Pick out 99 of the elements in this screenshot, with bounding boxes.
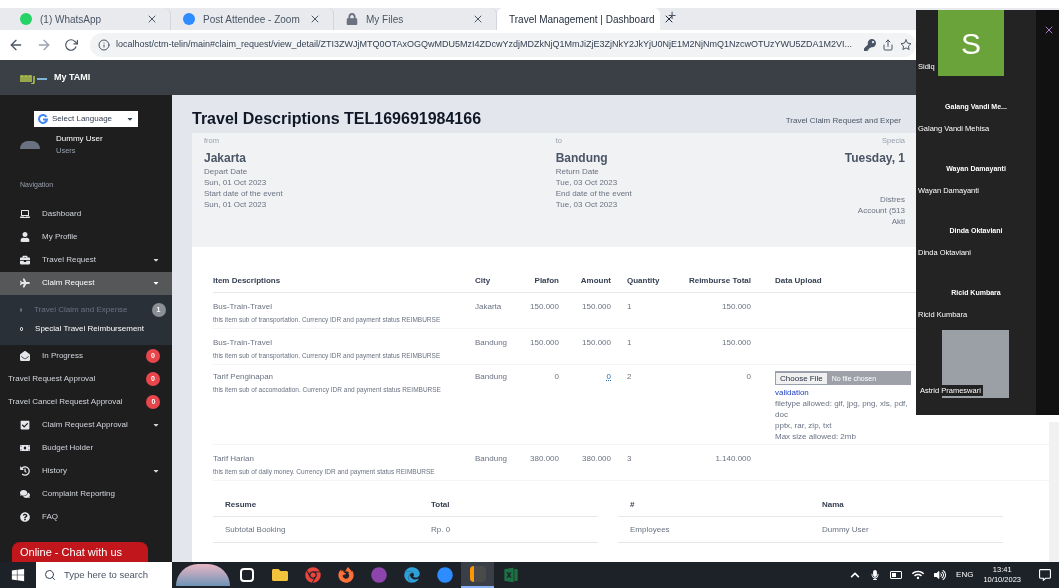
column-header: Quantity <box>626 274 661 287</box>
nav-label: Travel Cancel Request Approval <box>8 396 123 409</box>
chat-button[interactable]: Online - Chat with us <box>12 542 148 562</box>
nav-label: Travel Request Approval <box>8 373 96 386</box>
city-name: Jakarta <box>204 150 248 166</box>
date-info: Sun, 01 Oct 2023 <box>204 177 268 188</box>
nav-item[interactable]: Travel Request <box>0 248 172 272</box>
item-name: Tarif Harian <box>213 453 255 465</box>
total-cell-text: 150.000 <box>721 337 752 349</box>
quantity-cell-text: 3 <box>626 453 633 465</box>
address-bar[interactable]: localhost/ctm-telin/main#claim_request/view_detail/ZTI3ZWJjMTQ0OTAxOGQwMDU5MzI4ZDcwYzdjMDZkNjQ1MmJiZjE3ZjNkY2JkYjU0NjE1M2NjNmQ1NzcwOTUzYWU5ZDA1M2VI... <box>90 33 916 57</box>
date-info: Return Date <box>555 166 600 177</box>
item-name: Tarif Penginapan <box>213 371 275 383</box>
nav-item[interactable]: Claim Request Approval <box>0 413 172 437</box>
column-header: Nama <box>821 498 845 511</box>
plafon-cell-text: 150.000 <box>529 337 560 349</box>
column-header: Amount <box>579 274 612 287</box>
column-header: City <box>475 274 492 287</box>
choose-file-button[interactable]: Choose File <box>775 371 828 385</box>
tab-title: (1) WhatsApp <box>40 12 103 27</box>
nav-item[interactable]: History <box>0 459 172 483</box>
amount-cell: 380.000 <box>582 454 611 463</box>
nav-label: Dashboard <box>42 208 82 221</box>
brand-name: My TAMI <box>54 70 91 84</box>
city-cell-text: Bandung <box>475 337 509 349</box>
date-info: Start date of the event <box>204 188 284 199</box>
plafon-cell-text: 380.000 <box>529 453 560 465</box>
nav-item[interactable]: FAQ <box>0 505 172 529</box>
nav-label: FAQ <box>42 511 58 524</box>
column-header: Item Descriptions <box>213 274 282 287</box>
search-placeholder: Type here to search <box>64 567 148 582</box>
upload-hint: Max size allowed: 2mb <box>775 431 857 442</box>
date-info: Tue, 03 Oct 2023 <box>555 199 619 210</box>
city-cell-text: Jakarta <box>475 301 503 313</box>
amount-link[interactable]: 0 <box>606 372 611 381</box>
nav-label: My Profile <box>42 231 78 244</box>
nav-item[interactable]: Claim Request <box>0 271 172 295</box>
upload-hint: pptx, rar, zip, txt <box>775 420 833 431</box>
total-cell-text: 150.000 <box>721 301 752 313</box>
plafon-cell-text: 0 <box>553 371 560 383</box>
submenu-item[interactable]: Special Travel Reimbursement <box>0 319 172 339</box>
search-field[interactable]: Type here to search <box>36 562 172 588</box>
nav-label: Travel Request <box>42 254 96 267</box>
column-header: Total <box>430 498 451 511</box>
column-header: # <box>629 498 636 511</box>
nav-label: Claim Request <box>42 277 95 290</box>
amount-cell: 150.000 <box>582 302 611 311</box>
new-tab-button[interactable]: + <box>668 5 677 26</box>
city-name: Bandung <box>555 150 609 166</box>
item-name: Bus-Train-Travel <box>213 337 273 349</box>
total-cell-text: 0 <box>745 371 752 383</box>
column-header: Plafon <box>533 274 560 287</box>
initial-avatar: S <box>938 10 1004 76</box>
language-label: Select Language <box>52 113 113 125</box>
summary-cell-text: Rp. 0 <box>430 523 452 536</box>
city-cell-text: Bandung <box>475 453 509 465</box>
summary-cell-text: Dummy User <box>821 523 870 536</box>
nav-item[interactable]: Complaint Reporting <box>0 482 172 506</box>
tab-title: Travel Management | Dashboard <box>509 12 655 27</box>
column-header: Data Upload <box>774 274 823 287</box>
plafon-cell-text: 150.000 <box>529 301 560 313</box>
language-indicator[interactable]: ENG <box>956 569 974 581</box>
nav-label: Claim Request Approval <box>42 419 128 432</box>
account-info: Distres <box>880 194 905 205</box>
account-info: Akti <box>891 216 905 227</box>
nav-label: Complaint Reporting <box>42 488 115 501</box>
quantity-cell-text: 1 <box>626 337 633 349</box>
validation-link[interactable]: validation <box>775 387 809 398</box>
breadcrumb: Travel Claim Request and Exper <box>785 115 901 127</box>
page-title: Travel Descriptions TEL169691984166 <box>192 109 482 129</box>
nav-label: History <box>42 465 67 478</box>
event-date: Tuesday, 1 <box>844 150 905 166</box>
date-info: Tue, 03 Oct 2023 <box>555 177 619 188</box>
total-cell-text: 1.140.000 <box>714 453 752 465</box>
amount-cell: 150.000 <box>582 338 611 347</box>
url-text: localhost/ctm-telin/main#claim_request/view_detail/ZTI3ZWJjMTQ0OTAxOGQwMDU5MzI4ZDcwYzdjMDZkNjQ1MmJiZjE3ZjNkY2JkYjU0NjE1M2NjNmQ1NzcwOTUzYWU5ZDA1M2VI... <box>116 38 852 52</box>
quantity-cell-text: 1 <box>626 301 633 313</box>
tab-title: My Files <box>366 12 405 27</box>
language-select[interactable]: Select Language <box>34 111 138 127</box>
date-info: End date of the event <box>555 188 633 199</box>
account-info: Account (513 <box>857 205 905 216</box>
submenu-label: Travel Claim and Expense <box>34 304 128 317</box>
column-header: Resume <box>224 498 258 511</box>
summary-cell-text: Subtotal Booking <box>224 523 287 536</box>
nav-label: In Progress <box>42 350 83 363</box>
submenu-label: Special Travel Reimbursement <box>35 323 144 336</box>
nav-item[interactable]: My Profile <box>0 225 172 249</box>
nav-item[interactable]: Budget Holder <box>0 436 172 460</box>
summary-cell-text: Employees <box>629 523 671 536</box>
user-name: Dummy User <box>56 133 103 145</box>
date-info: Depart Date <box>204 166 249 177</box>
item-name: Bus-Train-Travel <box>213 301 273 313</box>
tab-title: Post Attendee - Zoom <box>203 12 301 27</box>
city-cell-text: Bandung <box>475 371 509 383</box>
date-info: Sun, 01 Oct 2023 <box>204 199 268 210</box>
quantity-cell-text: 2 <box>626 371 633 383</box>
nav-item[interactable]: Dashboard <box>0 202 172 226</box>
column-header: Reimburse Total <box>687 274 752 287</box>
nav-label: Budget Holder <box>42 442 94 455</box>
